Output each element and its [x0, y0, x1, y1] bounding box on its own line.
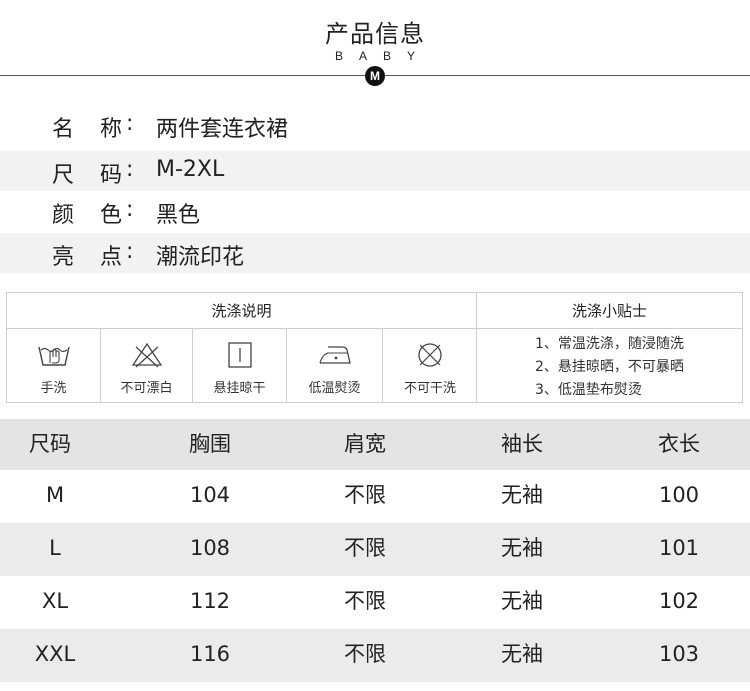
info-colon: : — [126, 239, 134, 264]
table-cell: 不限 — [344, 642, 386, 666]
wash-cell-no-dry-clean: 不可干洗 — [383, 329, 477, 402]
wash-label: 手洗 — [40, 381, 67, 396]
column-header: 尺码 — [29, 432, 71, 456]
page-title: 产品信息 — [325, 20, 425, 48]
info-key-char: 亮 — [52, 245, 75, 270]
table-cell: 100 — [658, 483, 700, 507]
table-cell: 无袖 — [501, 642, 543, 666]
table-cell: XL — [41, 589, 69, 613]
low-iron-icon — [318, 346, 351, 364]
table-row: XXL 116 不限 无袖 103 — [0, 629, 750, 682]
table-cell: L — [49, 536, 61, 560]
product-info-list: 名 称 : 两件套连衣裙 尺 码 : M-2XL 颜 色 : 黑色 亮 点 : … — [0, 105, 750, 273]
table-row: M 104 不限 无袖 100 — [0, 470, 750, 523]
table-cell: XXL — [34, 642, 76, 666]
size-table: 尺码 胸围 肩宽 袖长 衣长 M 104 不限 无袖 100 L 108 不限 … — [0, 419, 750, 682]
hang-dry-icon — [227, 342, 252, 368]
info-value: 黑色 — [156, 203, 201, 228]
table-cell: 112 — [189, 589, 231, 613]
info-key-char: 尺 — [52, 163, 75, 188]
info-colon: : — [126, 197, 134, 222]
info-row-name: 名 称 : 两件套连衣裙 — [0, 105, 750, 145]
page-subtitle: BABY — [334, 49, 431, 63]
info-key-char: 称 — [100, 117, 123, 142]
wash-label: 不可干洗 — [403, 381, 456, 396]
column-header: 胸围 — [189, 432, 231, 456]
no-dry-clean-icon — [418, 343, 442, 367]
info-row-color: 颜 色 : 黑色 — [0, 191, 750, 231]
washing-tip: 2、悬挂晾晒，不可暴晒 — [535, 359, 684, 375]
info-key-char: 颜 — [52, 203, 75, 228]
washing-tips-list: 1、常温洗涤，随浸随洗 2、悬挂晾晒，不可暴晒 3、低温垫布熨烫 — [477, 329, 742, 402]
table-cell: 无袖 — [501, 483, 543, 507]
washing-instructions-table: 洗涤说明 洗涤小贴士 手洗 不可漂白 悬挂晾干 低温熨烫 不可干洗 1、常温洗涤… — [6, 292, 743, 403]
info-row-size: 尺 码 : M-2XL — [0, 151, 750, 191]
info-key-char: 码 — [100, 163, 123, 188]
info-row-highlight: 亮 点 : 潮流印花 — [0, 233, 750, 273]
table-row: XL 112 不限 无袖 102 — [0, 576, 750, 629]
wash-cell-hand-wash: 手洗 — [7, 329, 101, 402]
wash-cell-low-iron: 低温熨烫 — [287, 329, 383, 402]
table-cell: 不限 — [344, 589, 386, 613]
table-row: L 108 不限 无袖 101 — [0, 523, 750, 576]
column-header: 衣长 — [658, 432, 700, 456]
washing-heading: 洗涤说明 — [7, 293, 477, 329]
table-cell: 102 — [658, 589, 700, 613]
info-value: M-2XL — [156, 157, 225, 182]
wash-cell-no-bleach: 不可漂白 — [101, 329, 193, 402]
washing-tips-heading: 洗涤小贴士 — [477, 293, 742, 329]
table-cell: M — [45, 483, 65, 507]
table-cell: 无袖 — [501, 589, 543, 613]
info-colon: : — [126, 157, 134, 182]
info-key-char: 点 — [100, 245, 123, 270]
size-table-header: 尺码 胸围 肩宽 袖长 衣长 — [0, 419, 750, 470]
table-cell: 无袖 — [501, 536, 543, 560]
washing-tip: 3、低温垫布熨烫 — [535, 382, 642, 398]
product-info-header: 产品信息 BABY M — [0, 0, 750, 95]
wash-label: 低温熨烫 — [308, 381, 361, 396]
info-value: 两件套连衣裙 — [156, 117, 289, 142]
info-key-char: 色 — [100, 203, 123, 228]
washing-tip: 1、常温洗涤，随浸随洗 — [535, 336, 684, 352]
column-header: 袖长 — [501, 432, 543, 456]
table-cell: 不限 — [344, 536, 386, 560]
no-bleach-icon — [131, 342, 162, 368]
info-key-char: 名 — [52, 117, 75, 142]
wash-label: 不可漂白 — [120, 381, 173, 396]
wash-cell-hang-dry: 悬挂晾干 — [193, 329, 287, 402]
wash-label: 悬挂晾干 — [213, 381, 266, 396]
table-cell: 103 — [658, 642, 700, 666]
table-cell: 108 — [189, 536, 231, 560]
info-colon: : — [126, 111, 134, 136]
column-header: 肩宽 — [344, 432, 386, 456]
table-cell: 104 — [189, 483, 231, 507]
m-badge-icon: M — [365, 66, 385, 86]
table-cell: 不限 — [344, 483, 386, 507]
table-cell: 116 — [189, 642, 231, 666]
table-cell: 101 — [658, 536, 700, 560]
washing-symbols: 手洗 不可漂白 悬挂晾干 低温熨烫 不可干洗 — [7, 329, 477, 402]
info-value: 潮流印花 — [156, 245, 245, 270]
hand-wash-icon — [37, 346, 70, 366]
